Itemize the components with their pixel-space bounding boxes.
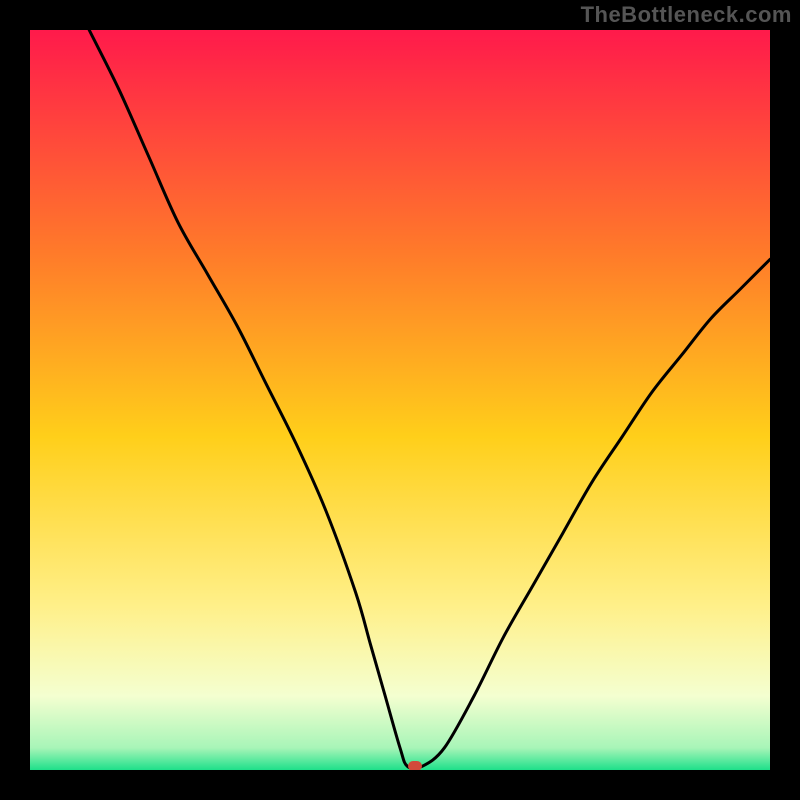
marker-dot (408, 761, 422, 770)
plot-svg (30, 30, 770, 770)
attribution-text: TheBottleneck.com (581, 2, 792, 28)
chart-frame: TheBottleneck.com (0, 0, 800, 800)
plot-area (30, 30, 770, 770)
